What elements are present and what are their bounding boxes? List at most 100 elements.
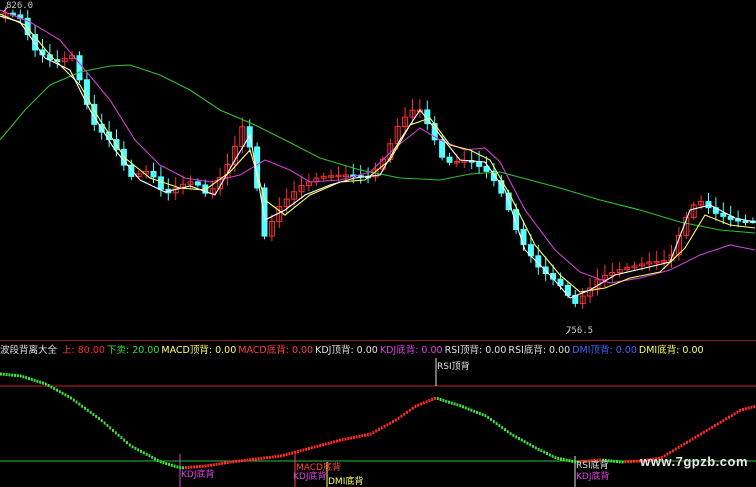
oscillator-up-bar bbox=[700, 432, 702, 436]
oscillator-down-bar bbox=[560, 457, 562, 461]
oscillator-down-bar bbox=[515, 435, 518, 439]
oscillator-down-bar bbox=[462, 405, 464, 409]
indicator-param: MACD底背: 0.00 bbox=[238, 345, 314, 356]
candle-down bbox=[439, 139, 446, 158]
oscillator-up-bar bbox=[408, 408, 411, 412]
ma-mid-line bbox=[0, 13, 756, 293]
oscillator-down-bar bbox=[84, 406, 86, 410]
oscillator-up-bar bbox=[434, 396, 436, 400]
oscillator-down-bar bbox=[526, 441, 529, 445]
oscillator-up-bar bbox=[428, 399, 431, 403]
oscillator-up-bar bbox=[739, 408, 742, 412]
oscillator-up-bar bbox=[288, 452, 291, 456]
oscillator-down-bar bbox=[618, 460, 621, 464]
oscillator-down-bar bbox=[151, 455, 154, 459]
candlestick-chart-panel[interactable]: 826.0 756.5 bbox=[0, 0, 756, 340]
oscillator-up-bar bbox=[218, 462, 221, 466]
oscillator-up-bar bbox=[232, 460, 235, 464]
oscillator-up-bar bbox=[243, 458, 246, 462]
oscillator-down-bar bbox=[439, 397, 442, 401]
oscillator-up-bar bbox=[383, 424, 386, 428]
ma-very-long-line bbox=[0, 64, 756, 234]
oscillator-down-bar bbox=[450, 401, 453, 405]
oscillator-down-bar bbox=[543, 450, 546, 454]
oscillator-down-bar bbox=[114, 431, 117, 435]
oscillator-up-bar bbox=[229, 460, 232, 464]
oscillator-down-bar bbox=[159, 460, 162, 464]
oscillator-down-bar bbox=[540, 449, 543, 453]
oscillator-down-bar bbox=[131, 445, 134, 449]
oscillator-down-bar bbox=[509, 432, 512, 436]
indicator-param: RSI顶背: 0.00 bbox=[444, 345, 507, 356]
oscillator-up-bar bbox=[316, 444, 319, 448]
oscillator-up-bar bbox=[422, 401, 425, 405]
oscillator-up-bar bbox=[677, 445, 680, 449]
oscillator-down-bar bbox=[109, 426, 112, 430]
oscillator-up-bar bbox=[358, 434, 361, 438]
candle-down bbox=[150, 170, 157, 178]
candle-down bbox=[194, 181, 201, 186]
oscillator-up-bar bbox=[333, 440, 336, 444]
oscillator-down-bar bbox=[453, 402, 456, 406]
oscillator-up-bar bbox=[694, 435, 697, 439]
oscillator-down-bar bbox=[156, 458, 159, 462]
oscillator-down-bar bbox=[154, 457, 156, 461]
oscillator-up-bar bbox=[753, 405, 756, 409]
oscillator-down-bar bbox=[8, 373, 11, 377]
oscillator-up-bar bbox=[392, 420, 394, 424]
oscillator-up-bar bbox=[378, 428, 380, 432]
oscillator-up-bar bbox=[711, 425, 714, 429]
oscillator-down-bar bbox=[537, 447, 540, 451]
oscillator-down-bar bbox=[481, 413, 484, 417]
oscillator-down-bar bbox=[506, 430, 509, 434]
oscillator-up-bar bbox=[257, 457, 260, 461]
oscillator-down-bar bbox=[70, 396, 72, 400]
indicator-param: 上: 80.00 bbox=[62, 345, 105, 356]
price-chart-svg[interactable] bbox=[0, 0, 756, 340]
oscillator-down-bar bbox=[470, 408, 473, 412]
oscillator-up-bar bbox=[414, 404, 417, 408]
oscillator-down-bar bbox=[520, 438, 523, 442]
oscillator-down-bar bbox=[106, 424, 109, 428]
oscillator-up-bar bbox=[635, 459, 638, 463]
oscillator-down-bar bbox=[25, 376, 28, 380]
oscillator-down-bar bbox=[64, 393, 67, 397]
oscillator-up-bar bbox=[319, 444, 322, 448]
signal-label-kdj-bottom: KDJ底背 bbox=[576, 472, 610, 482]
oscillator-down-bar bbox=[529, 443, 532, 447]
panel-divider[interactable] bbox=[0, 340, 756, 341]
candle-down bbox=[720, 212, 727, 217]
oscillator-up-bar bbox=[322, 443, 324, 447]
oscillator-up-bar bbox=[730, 414, 733, 418]
indicator-name[interactable]: 波段背离大全 bbox=[0, 345, 57, 356]
oscillator-up-bar bbox=[394, 418, 397, 422]
watermark-text: www.7gpzb.com bbox=[640, 454, 748, 469]
oscillator-up-bar bbox=[308, 447, 310, 451]
oscillator-down-bar bbox=[134, 446, 137, 450]
oscillator-up-bar bbox=[420, 402, 422, 406]
oscillator-down-bar bbox=[140, 449, 142, 453]
oscillator-up-bar bbox=[313, 445, 316, 449]
oscillator-up-bar bbox=[274, 455, 277, 459]
oscillator-up-bar bbox=[338, 438, 341, 442]
oscillator-down-bar bbox=[56, 388, 58, 392]
oscillator-up-bar bbox=[240, 459, 243, 463]
oscillator-down-bar bbox=[145, 452, 148, 456]
oscillator-up-bar bbox=[719, 420, 722, 424]
oscillator-down-bar bbox=[562, 458, 565, 462]
oscillator-down-bar bbox=[81, 404, 84, 408]
oscillator-up-bar bbox=[366, 433, 369, 437]
oscillator-up-bar bbox=[705, 429, 708, 433]
oscillator-up-bar bbox=[417, 403, 420, 407]
oscillator-up-bar bbox=[386, 423, 389, 427]
oscillator-up-bar bbox=[249, 458, 252, 462]
oscillator-up-bar bbox=[344, 437, 347, 441]
oscillator-up-bar bbox=[716, 422, 719, 426]
oscillator-up-bar bbox=[336, 439, 338, 443]
signal-label-dmi-bottom: DMI底背 bbox=[328, 477, 364, 487]
candle-down bbox=[520, 228, 527, 246]
oscillator-up-bar bbox=[369, 432, 372, 436]
oscillator-up-bar bbox=[280, 454, 282, 458]
indicator-header: 波段背离大全 上: 80.00 下卖: 20.00 MACD顶背: 0.00 MACD… bbox=[0, 344, 756, 358]
oscillator-down-bar bbox=[100, 419, 103, 423]
